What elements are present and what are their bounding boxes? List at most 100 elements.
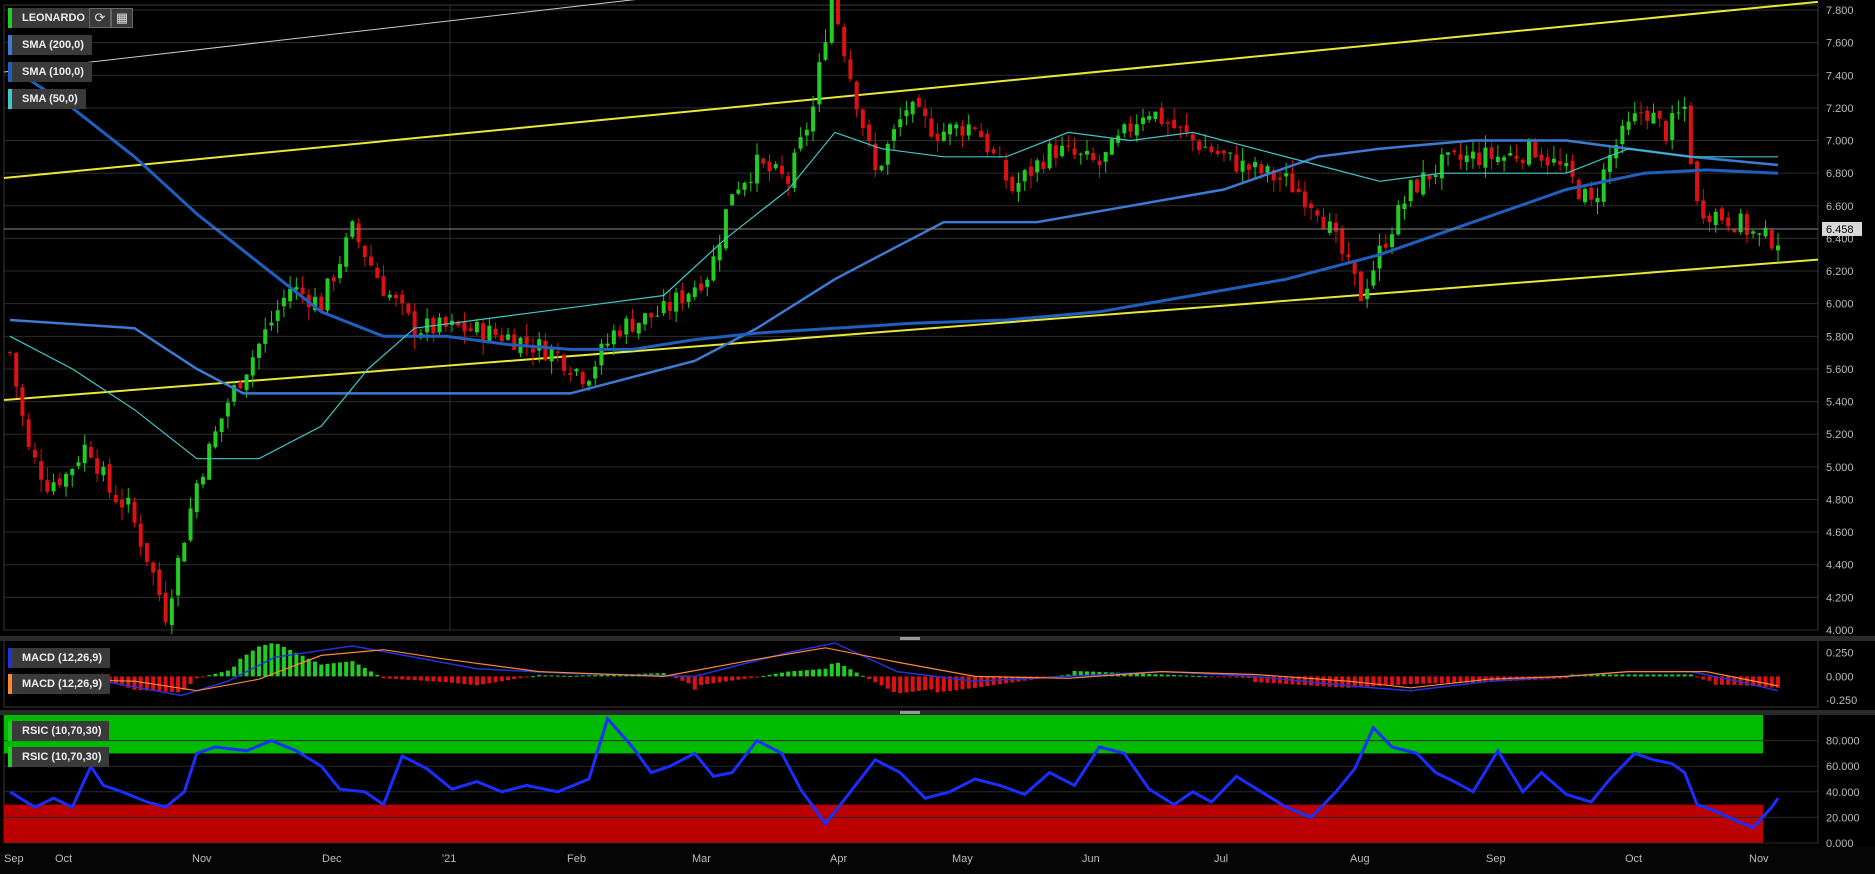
candle-body — [1751, 231, 1756, 234]
macd-bar — [562, 675, 567, 677]
candle-body — [393, 294, 398, 299]
candle-body — [985, 133, 990, 153]
macd-bar — [344, 661, 349, 677]
macd-bar — [742, 676, 747, 679]
candle-body — [1446, 152, 1451, 155]
candle-body — [362, 245, 367, 257]
candle-body — [916, 97, 921, 107]
macd-bar — [537, 675, 542, 677]
macd-bar — [362, 667, 367, 677]
candle-body — [549, 348, 554, 362]
candle-body — [1134, 124, 1139, 136]
candle-body — [219, 418, 224, 433]
macd-label-2[interactable]: MACD (12,26,9) — [8, 674, 111, 694]
candle-body — [524, 336, 529, 345]
candle-body — [344, 237, 349, 267]
macd-bar — [250, 650, 255, 677]
macd-bar — [257, 646, 262, 677]
x-tick-label: Sep — [1486, 853, 1506, 865]
candle-body — [705, 279, 710, 287]
macd-bar — [711, 676, 716, 684]
macd-bar — [898, 676, 903, 694]
macd-bar — [1651, 674, 1656, 677]
candle-body — [1190, 134, 1195, 141]
x-tick-label: Oct — [1625, 853, 1642, 865]
candle-body — [686, 293, 691, 302]
macd-bar — [580, 675, 585, 677]
splitter-handle-2 — [900, 711, 920, 714]
candle-body — [120, 499, 125, 508]
rsi-overbought-zone — [4, 715, 1763, 754]
candle-body — [817, 62, 822, 105]
candle-body — [1757, 233, 1762, 235]
candle-body — [1695, 161, 1700, 202]
candle-body — [26, 419, 31, 447]
macd-bar — [1371, 676, 1376, 687]
macd-bar — [530, 676, 535, 678]
candle-body — [14, 352, 19, 387]
candle-body — [655, 315, 660, 317]
macd-bar — [169, 676, 174, 693]
price-chart[interactable]: 7.8007.6007.4007.2007.0006.8006.6006.400… — [0, 0, 1875, 874]
candle-body — [574, 369, 579, 372]
candle-body — [867, 124, 872, 141]
y-tick-label: 5.400 — [1826, 397, 1854, 409]
calendar-icon[interactable]: ▦ — [111, 8, 133, 28]
y-tick-label: 7.600 — [1826, 38, 1854, 50]
macd-bar — [1365, 676, 1370, 687]
symbol-label[interactable]: LEONARDO — [8, 8, 93, 28]
macd-bar — [692, 676, 697, 690]
candle-body — [1526, 139, 1531, 165]
candle-body — [1203, 146, 1208, 148]
candle-body — [941, 131, 946, 141]
candle-body — [848, 59, 853, 79]
macd-bar — [586, 675, 591, 677]
candle-body — [1433, 175, 1438, 177]
candle-body — [618, 330, 623, 337]
candle-body — [948, 124, 953, 135]
macd-bar — [524, 676, 529, 678]
candle-body — [1477, 152, 1482, 166]
macd-bar — [1439, 676, 1444, 684]
macd-bar — [450, 676, 454, 683]
sma200-label[interactable]: SMA (200,0) — [8, 35, 92, 55]
sma100-label[interactable]: SMA (100,0) — [8, 62, 92, 82]
candle-body — [1078, 153, 1083, 155]
macd-label-1[interactable]: MACD (12,26,9) — [8, 648, 111, 668]
time-axis-bar — [0, 846, 1875, 874]
macd-bar — [1701, 676, 1706, 680]
macd-bar — [232, 666, 237, 677]
candle-body — [319, 296, 324, 311]
macd-bar — [375, 674, 380, 677]
candle-body — [381, 276, 386, 296]
panel-splitter-1 — [0, 636, 1875, 641]
candle-body — [935, 133, 940, 142]
candle-body — [1165, 122, 1170, 124]
candle-body — [1346, 254, 1351, 258]
candle-body — [157, 569, 162, 596]
macd-bar — [568, 675, 573, 677]
macd-bar — [823, 668, 828, 677]
candle-body — [275, 310, 280, 321]
candle-body — [605, 343, 610, 346]
candle-body — [1508, 153, 1513, 156]
candle-body — [1240, 160, 1245, 172]
macd-bar — [1688, 674, 1693, 677]
rsi-label-1[interactable]: RSIC (10,70,30) — [8, 721, 110, 741]
candle-body — [1147, 116, 1152, 120]
sma50-label[interactable]: SMA (50,0) — [8, 89, 86, 109]
macd-bar — [163, 676, 168, 692]
refresh-icon[interactable]: ⟳ — [89, 8, 111, 28]
candle-body — [194, 483, 199, 513]
candle-body — [126, 497, 131, 505]
x-tick-label: Apr — [830, 853, 847, 865]
rsi-label-2[interactable]: RSIC (10,70,30) — [8, 747, 110, 767]
macd-bar — [400, 676, 405, 680]
candle-body — [163, 592, 168, 623]
candle-body — [1041, 161, 1046, 169]
macd-bar — [1165, 674, 1170, 677]
macd-bar — [1763, 676, 1768, 687]
candle-body — [1060, 145, 1065, 157]
macd-bar — [543, 675, 548, 677]
candle-body — [8, 352, 12, 354]
